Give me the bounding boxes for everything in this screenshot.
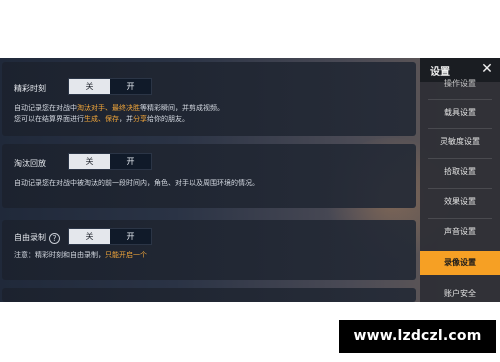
sidebar-item-effects[interactable]: 效果设置: [420, 190, 500, 214]
sidebar-item-sensitivity[interactable]: 灵敏度设置: [420, 130, 500, 154]
toggle-on-option[interactable]: 开: [110, 154, 151, 169]
sidebar-item-recording[interactable]: 录像设置: [420, 251, 500, 275]
divider: [428, 128, 492, 129]
sidebar-item-pickup[interactable]: 拾取设置: [420, 160, 500, 184]
toggle-off-option[interactable]: 关: [69, 154, 110, 169]
replay-toggle[interactable]: 关 开: [68, 153, 152, 170]
section-description: 自动记录您在对战中淘汰对手、最终决胜等精彩瞬间，并剪成视频。: [14, 103, 224, 114]
desc-highlight: 分享: [133, 115, 147, 123]
toggle-on-option[interactable]: 开: [110, 229, 151, 244]
section-elimination-replay: 淘汰回放 关 开 自动记录您在对战中被淘汰的前一段时间内，角色、对手以及周围环境…: [2, 144, 416, 208]
note-text: 注意：精彩时刻和自由录制，: [14, 251, 105, 259]
section-description-line2: 您可以在结算界面进行生成、保存，并分享给你的朋友。: [14, 114, 189, 125]
settings-sidebar: 设置 ✕ 操作设置 载具设置 灵敏度设置 拾取设置 效果设置 声音设置 录像设置…: [420, 58, 500, 302]
desc-text: ，并: [119, 115, 133, 123]
sidebar-item-controls[interactable]: 操作设置: [420, 72, 500, 96]
section-partial: [2, 288, 416, 302]
game-settings-screen: 精彩时刻 关 开 自动记录您在对战中淘汰对手、最终决胜等精彩瞬间，并剪成视频。 …: [0, 58, 500, 302]
section-free-recording: 自由录制? 关 开 注意：精彩时刻和自由录制，只能开启一个: [2, 220, 416, 280]
free-record-toggle[interactable]: 关 开: [68, 228, 152, 245]
sidebar-item-vehicle[interactable]: 载具设置: [420, 101, 500, 125]
note-highlight: 只能开启一个: [105, 251, 147, 259]
divider: [428, 99, 492, 100]
desc-text: 等精彩瞬间，并剪成视频。: [140, 104, 224, 112]
section-label: 自由录制?: [14, 232, 60, 244]
section-description: 自动记录您在对战中被淘汰的前一段时间内，角色、对手以及周围环境的情况。: [14, 179, 259, 187]
divider: [428, 188, 492, 189]
desc-text: 您可以在结算界面进行: [14, 115, 84, 123]
section-label: 精彩时刻: [14, 84, 46, 93]
section-highlight-moments: 精彩时刻 关 开 自动记录您在对战中淘汰对手、最终决胜等精彩瞬间，并剪成视频。 …: [2, 62, 416, 136]
sidebar-item-audio[interactable]: 声音设置: [420, 220, 500, 244]
desc-text: 自动记录您在对战中: [14, 104, 77, 112]
toggle-on-option[interactable]: 开: [110, 79, 151, 94]
desc-highlight: 生成、保存: [84, 115, 119, 123]
top-margin: [0, 0, 500, 58]
toggle-off-option[interactable]: 关: [69, 79, 110, 94]
highlight-toggle[interactable]: 关 开: [68, 78, 152, 95]
section-label: 淘汰回放: [14, 159, 46, 168]
section-note: 注意：精彩时刻和自由录制，只能开启一个: [14, 250, 147, 261]
toggle-off-option[interactable]: 关: [69, 229, 110, 244]
sidebar-item-account-security[interactable]: 账户安全: [420, 282, 500, 302]
divider: [428, 218, 492, 219]
desc-highlight: 淘汰对手、最终决胜: [77, 104, 140, 112]
divider: [428, 158, 492, 159]
desc-text: 给你的朋友。: [147, 115, 189, 123]
watermark-label: www.lzdczl.com: [339, 320, 496, 353]
section-label-text: 自由录制: [14, 233, 46, 242]
help-icon[interactable]: ?: [49, 233, 60, 244]
